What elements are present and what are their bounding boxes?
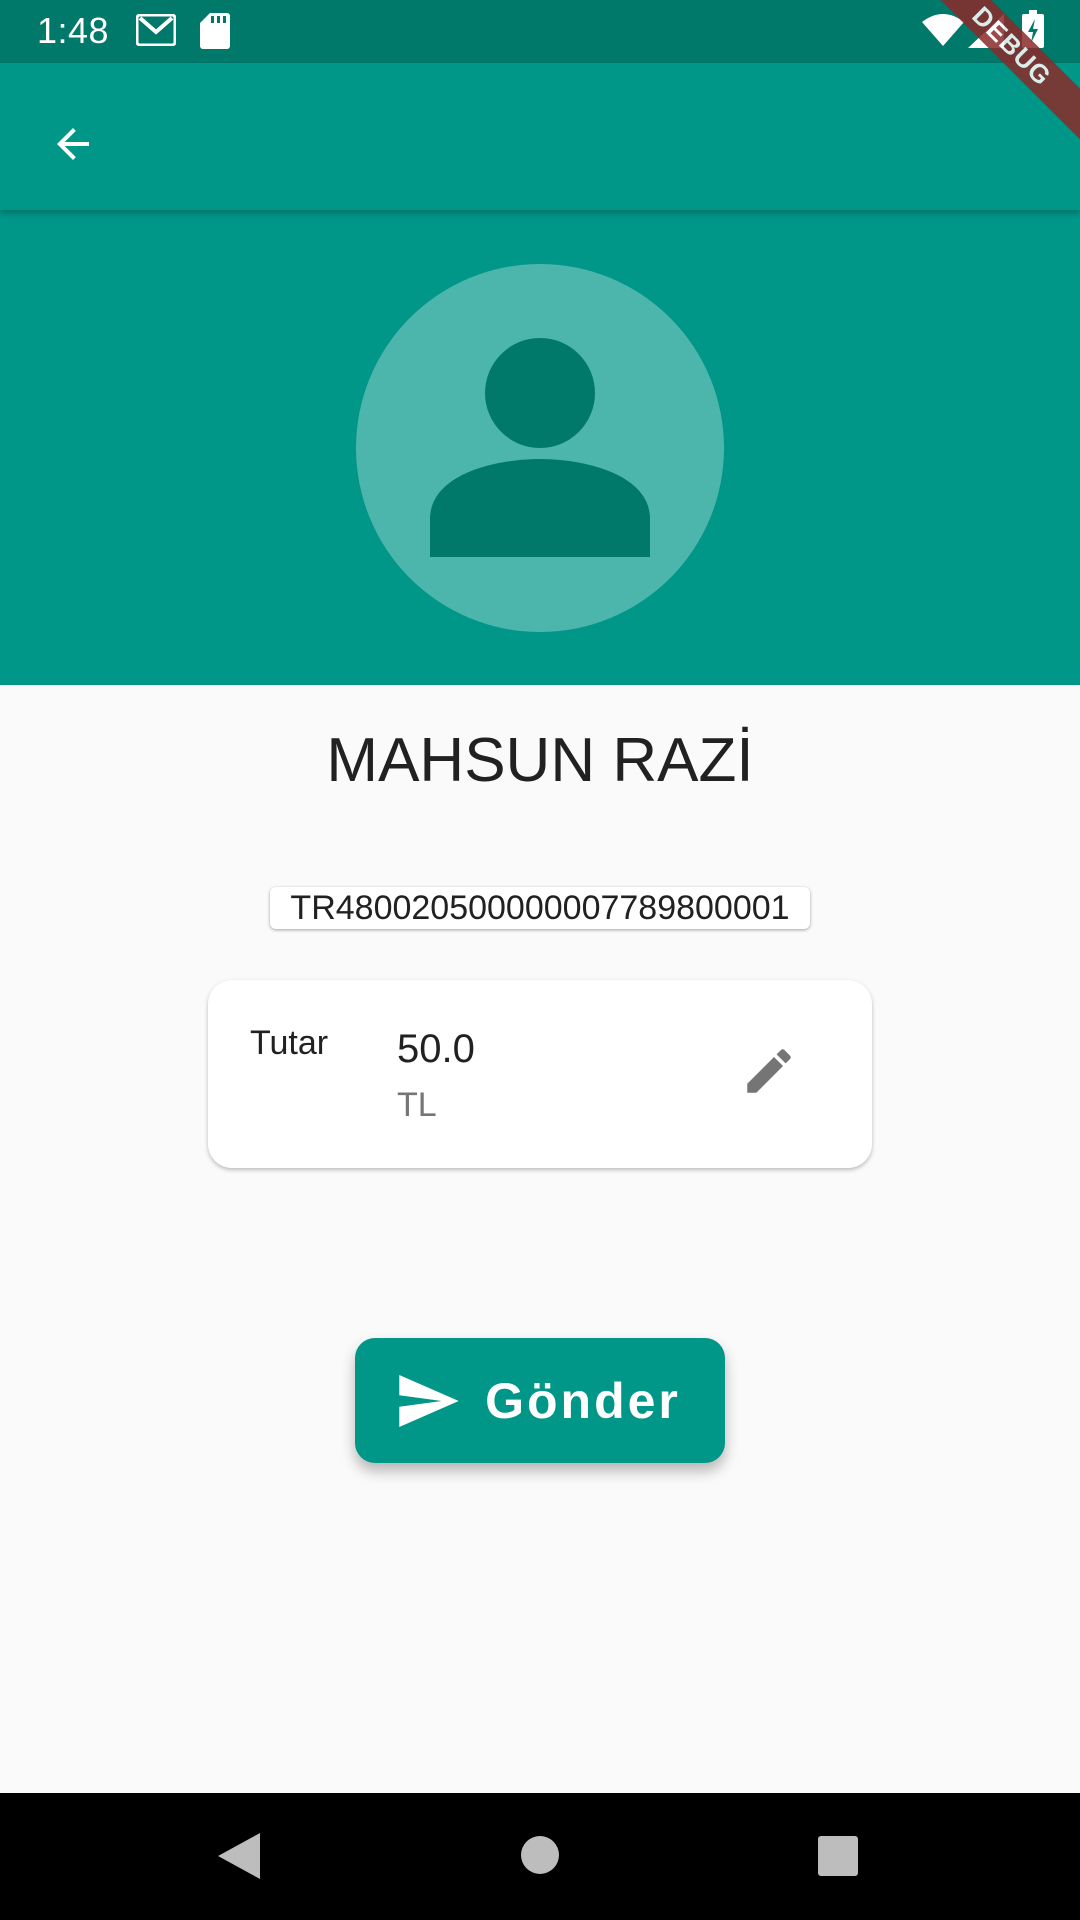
pencil-icon xyxy=(747,1049,791,1093)
arrow-back-icon xyxy=(57,128,89,160)
amount-value: 50.0 xyxy=(397,1027,475,1071)
iban-text: TR480020500000007789800001 xyxy=(270,887,810,929)
send-icon xyxy=(399,1374,459,1427)
nav-back-icon[interactable] xyxy=(210,1831,270,1881)
send-button[interactable]: Gönder xyxy=(355,1338,725,1463)
amount-card: Tutar 50.0 TL xyxy=(208,980,872,1168)
gmail-icon xyxy=(136,14,176,46)
edit-amount-button[interactable] xyxy=(724,1026,814,1116)
wifi-icon xyxy=(922,14,964,46)
avatar xyxy=(356,264,724,632)
status-bar: 1:48 xyxy=(0,0,1080,63)
back-button[interactable] xyxy=(30,101,116,187)
amount-label: Tutar xyxy=(250,1024,329,1062)
recipient-name: MAHSUN RAZİ xyxy=(326,726,754,795)
nav-recents-icon[interactable] xyxy=(818,1836,858,1876)
send-button-label: Gönder xyxy=(485,1372,681,1429)
sd-card-icon xyxy=(200,13,230,49)
profile-header xyxy=(0,210,1080,685)
app-bar xyxy=(0,63,1080,210)
amount-currency: TL xyxy=(397,1086,437,1124)
person-icon xyxy=(430,338,650,557)
status-time: 1:48 xyxy=(37,10,110,51)
nav-home-icon[interactable] xyxy=(521,1836,559,1874)
system-nav-bar xyxy=(0,1793,1080,1920)
